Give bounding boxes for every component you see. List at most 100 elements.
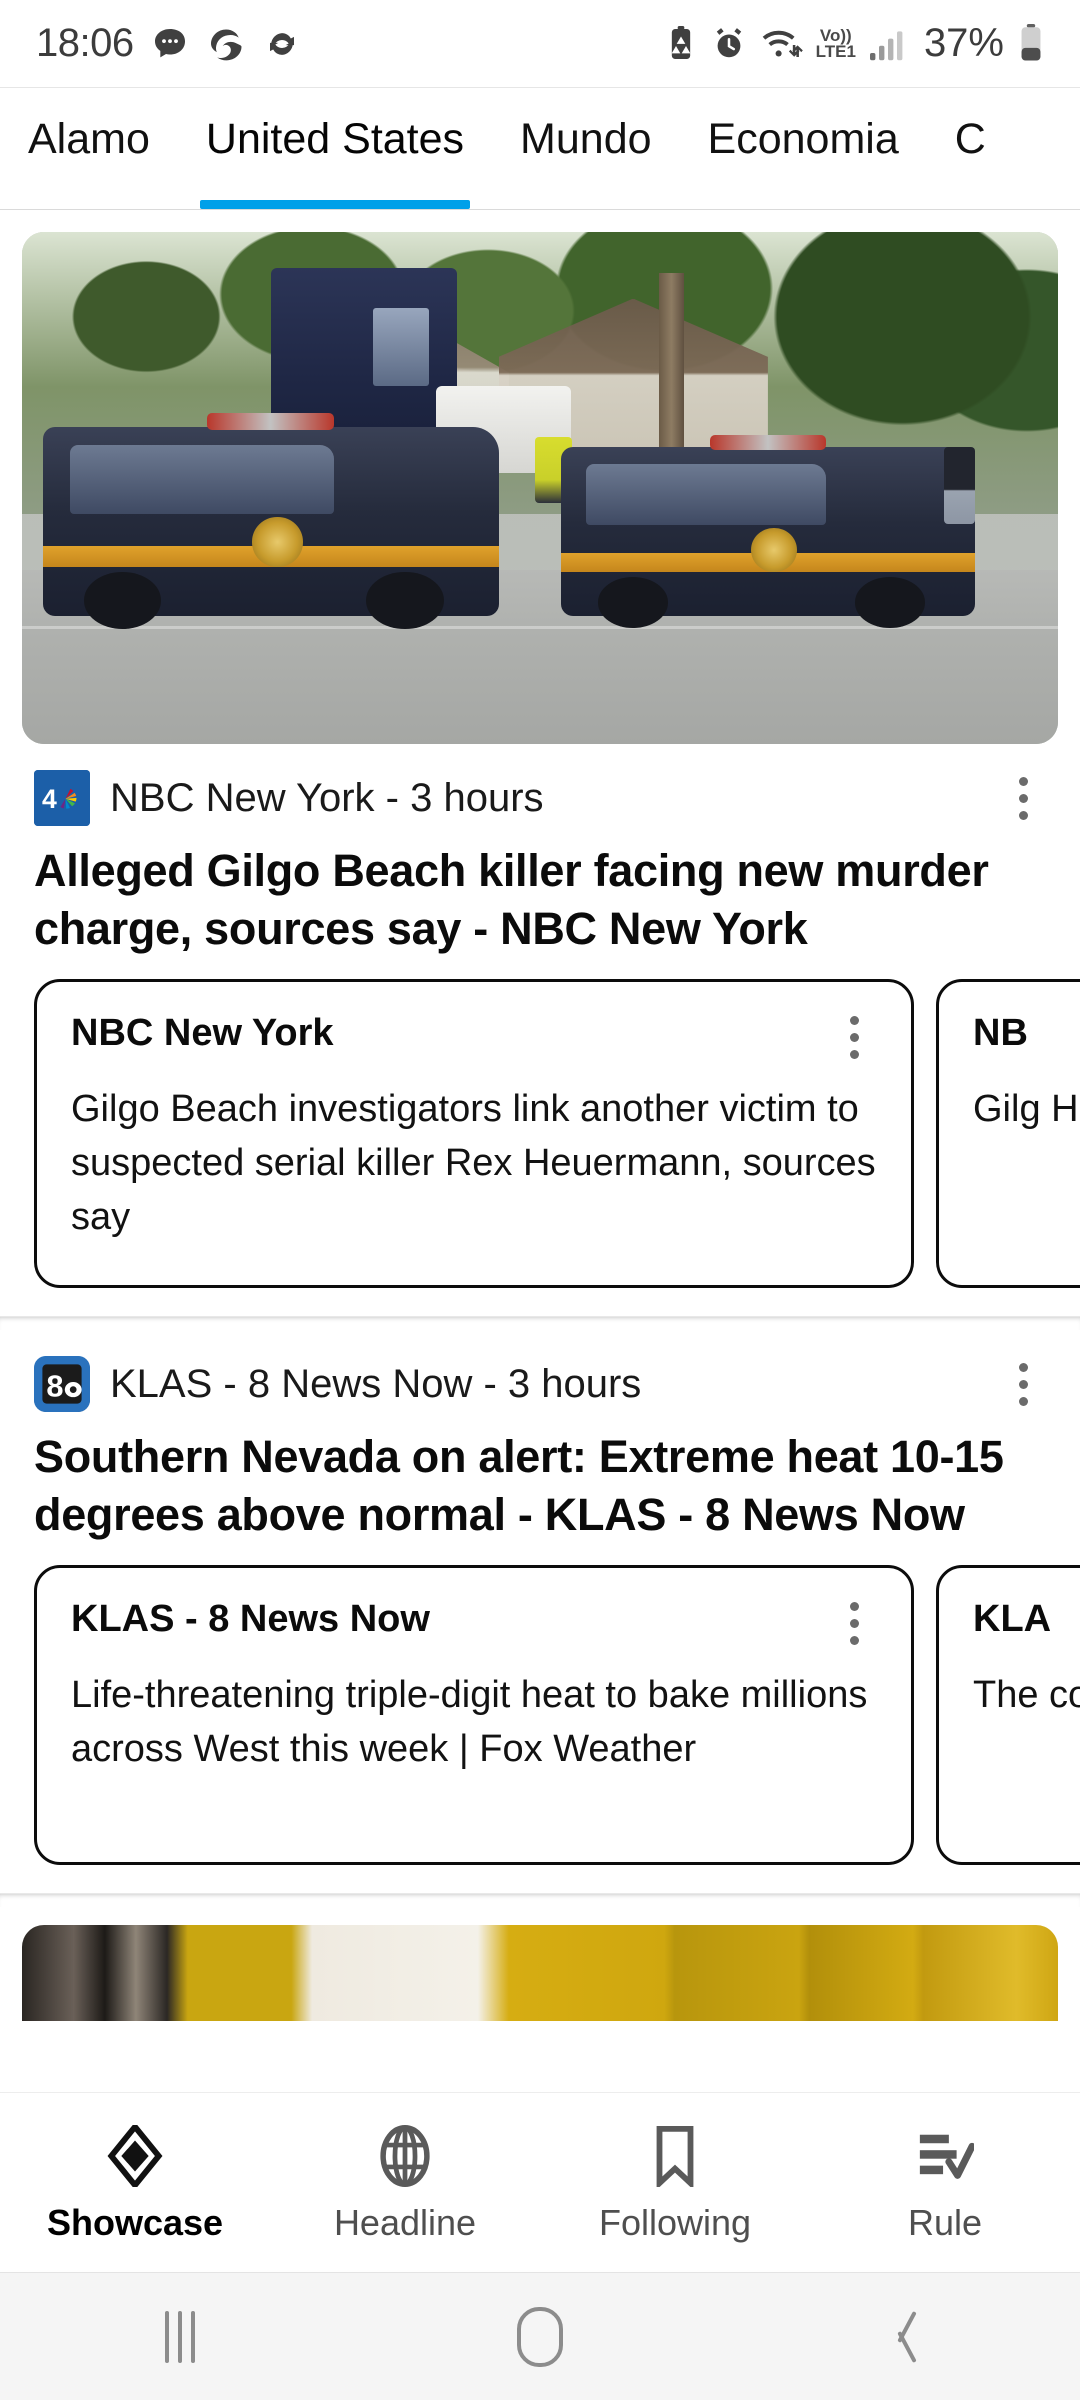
tab-underline bbox=[514, 200, 657, 209]
related-article-card-partial[interactable]: KLA The coo bbox=[936, 1565, 1080, 1866]
tab-economia[interactable]: Economia bbox=[680, 88, 927, 209]
story-card-nbc[interactable]: 4 NBC New York - 3 hours Alleged Gilgo B… bbox=[0, 232, 1080, 1317]
tab-underline bbox=[702, 200, 905, 209]
kebab-menu-icon[interactable] bbox=[1000, 773, 1046, 824]
status-bar-left: 18:06 bbox=[36, 21, 302, 66]
status-bar: 18:06 Vo)) LTE1 37% bbox=[0, 0, 1080, 88]
cellular-signal-icon bbox=[868, 26, 908, 62]
battery-percent-label: 37% bbox=[923, 21, 1004, 65]
wifi-icon bbox=[760, 25, 804, 63]
klas-8-news-now-logo: 8 bbox=[34, 1356, 90, 1413]
related-card-text: Gilg Heu new bbox=[973, 1088, 1080, 1131]
battery-icon bbox=[1016, 23, 1046, 65]
nav-label: Headline bbox=[333, 2201, 477, 2243]
related-card-header: NBC New York bbox=[71, 1012, 877, 1063]
related-article-card[interactable]: KLAS - 8 News Now Life-threatening tripl… bbox=[34, 1565, 914, 1866]
related-card-text: Life-threatening triple-digit heat to ba… bbox=[71, 1674, 868, 1771]
related-articles-carousel[interactable]: NBC New York Gilgo Beach investigators l… bbox=[0, 979, 1080, 1298]
story-source-row[interactable]: 4 NBC New York - 3 hours bbox=[0, 744, 1080, 834]
android-system-nav[interactable] bbox=[0, 2272, 1080, 2400]
back-glyph bbox=[883, 2308, 917, 2366]
story-card-klas[interactable]: 8 KLAS - 8 News Now - 3 hours Southern N… bbox=[0, 1330, 1080, 1894]
story-headline[interactable]: Southern Nevada on alert: Extreme heat 1… bbox=[0, 1420, 1080, 1565]
nav-label: Following bbox=[598, 2201, 752, 2243]
volte-bottom-label: LTE1 bbox=[815, 41, 856, 61]
related-card-header: KLA bbox=[973, 1598, 1080, 1649]
next-story-image bbox=[22, 1925, 1058, 2022]
related-article-card-partial[interactable]: NB Gilg Heu new bbox=[936, 979, 1080, 1289]
story-source-label: NBC New York - 3 hours bbox=[110, 776, 544, 820]
hero-suv-seal bbox=[751, 528, 797, 573]
related-card-header: KLAS - 8 News Now bbox=[71, 1598, 877, 1649]
hero-suv-wheel bbox=[366, 572, 444, 630]
back-icon[interactable] bbox=[810, 2273, 990, 2400]
hero-police-suv-left bbox=[42, 413, 499, 630]
list-check-icon bbox=[916, 2125, 974, 2187]
hero-suv-wheel bbox=[854, 577, 926, 628]
svg-text:4: 4 bbox=[42, 784, 57, 814]
hero-police-suv-right bbox=[560, 435, 976, 628]
hero-bystander bbox=[944, 447, 976, 524]
hero-suv-seal bbox=[252, 517, 303, 567]
kebab-menu-icon[interactable] bbox=[831, 1598, 877, 1649]
nav-label: Showcase bbox=[46, 2201, 224, 2243]
related-card-header: NB bbox=[973, 1012, 1080, 1063]
news-feed[interactable]: 4 NBC New York - 3 hours Alleged Gilgo B… bbox=[0, 232, 1080, 2022]
nav-item-following[interactable]: Following bbox=[540, 2125, 810, 2241]
related-card-source: NB bbox=[973, 1012, 1028, 1055]
diamond-icon bbox=[106, 2124, 164, 2187]
related-article-card[interactable]: NBC New York Gilgo Beach investigators l… bbox=[34, 979, 914, 1289]
nav-item-rule[interactable]: Rule bbox=[810, 2125, 1080, 2241]
related-card-source: NBC New York bbox=[71, 1012, 334, 1055]
bottom-navigation-bar[interactable]: Showcase Headline Following Rule bbox=[0, 2092, 1080, 2272]
related-articles-carousel[interactable]: KLAS - 8 News Now Life-threatening tripl… bbox=[0, 1565, 1080, 1875]
message-bubble-icon bbox=[150, 24, 190, 64]
related-card-source: KLA bbox=[973, 1598, 1052, 1641]
tab-label: Economia bbox=[707, 115, 899, 163]
hero-suv-lightbar bbox=[709, 435, 826, 451]
hero-suv-wheel bbox=[83, 572, 162, 630]
related-card-source: KLAS - 8 News Now bbox=[71, 1598, 430, 1641]
alarm-icon bbox=[710, 25, 748, 63]
kebab-menu-icon[interactable] bbox=[831, 1012, 877, 1063]
tab-underline bbox=[949, 200, 992, 209]
hero-suv-windows bbox=[585, 463, 826, 525]
hero-suv-windows bbox=[70, 445, 335, 514]
edge-browser-icon bbox=[206, 24, 246, 64]
hero-suv-wheel bbox=[598, 577, 669, 628]
story-source-label: KLAS - 8 News Now - 3 hours bbox=[110, 1362, 642, 1407]
tab-ciencia-partial[interactable]: C bbox=[927, 88, 1014, 209]
status-bar-right: Vo)) LTE1 37% bbox=[664, 21, 1046, 66]
kebab-menu-icon[interactable] bbox=[1000, 1359, 1046, 1410]
nav-item-headline[interactable]: Headline bbox=[270, 2124, 540, 2243]
story-divider bbox=[0, 1316, 1080, 1331]
tab-label: United States bbox=[205, 115, 465, 163]
tab-underline bbox=[22, 200, 156, 209]
story-divider bbox=[0, 1893, 1080, 1908]
recents-icon[interactable] bbox=[90, 2273, 270, 2400]
tab-mundo[interactable]: Mundo bbox=[492, 88, 679, 209]
sync-refresh-icon bbox=[262, 24, 302, 64]
tab-alamo[interactable]: Alamo bbox=[0, 88, 178, 209]
story-hero-image[interactable] bbox=[22, 232, 1058, 744]
tab-label: C bbox=[954, 115, 986, 163]
story-headline[interactable]: Alleged Gilgo Beach killer facing new mu… bbox=[0, 834, 1080, 979]
nav-label: Rule bbox=[907, 2201, 983, 2243]
tab-underline bbox=[199, 200, 471, 209]
globe-icon bbox=[378, 2124, 432, 2187]
battery-saver-icon bbox=[664, 24, 698, 64]
tab-label: Alamo bbox=[28, 115, 150, 163]
svg-text:8: 8 bbox=[46, 1369, 63, 1404]
hero-suv-lightbar bbox=[206, 413, 335, 431]
related-card-text: The coo bbox=[973, 1674, 1080, 1717]
category-tab-bar[interactable]: Alamo United States Mundo Economia C bbox=[0, 88, 1080, 210]
next-story-hero-peek[interactable] bbox=[22, 1925, 1058, 2022]
nav-item-showcase[interactable]: Showcase bbox=[0, 2124, 270, 2243]
tab-united-states[interactable]: United States bbox=[178, 88, 492, 209]
related-card-text: Gilgo Beach investigators link another v… bbox=[71, 1088, 876, 1239]
bookmark-icon bbox=[653, 2125, 697, 2187]
tab-label: Mundo bbox=[520, 115, 652, 163]
story-source-row[interactable]: 8 KLAS - 8 News Now - 3 hours bbox=[0, 1330, 1080, 1420]
recents-glyph bbox=[165, 2310, 195, 2363]
home-icon[interactable] bbox=[450, 2273, 630, 2400]
